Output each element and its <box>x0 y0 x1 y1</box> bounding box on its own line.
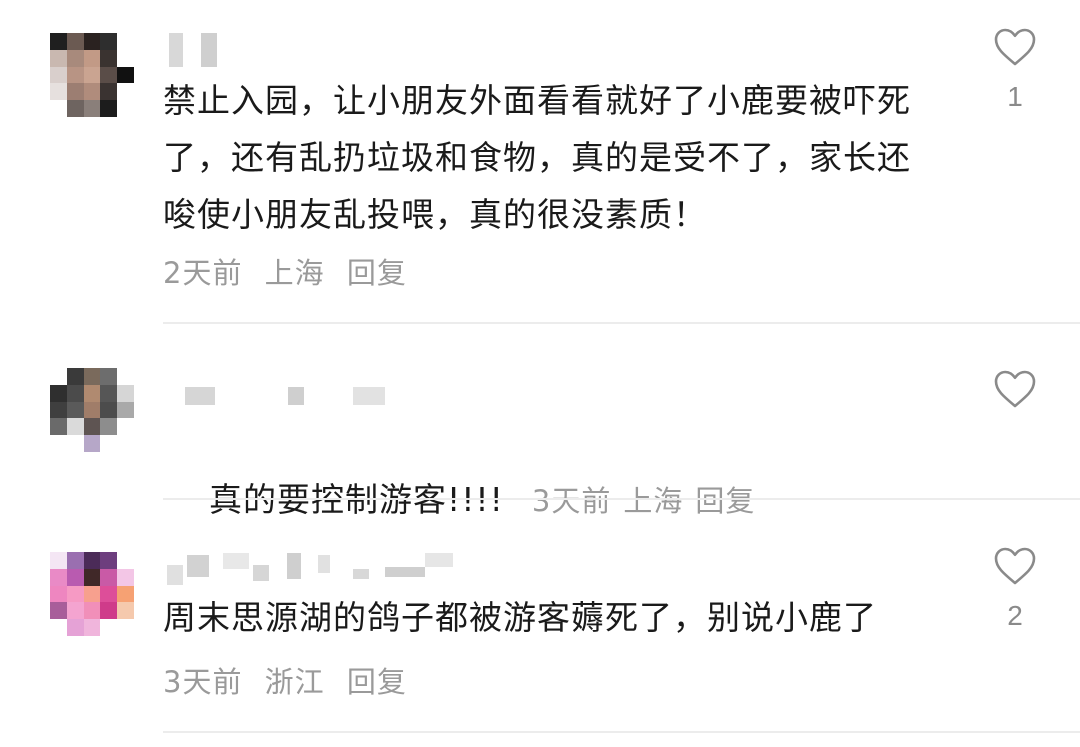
comment-item: 周末思源湖的鸽子都被游客薅死了，别说小鹿了 3天前 浙江 回复 2 <box>0 500 1080 747</box>
heart-outline-icon <box>994 370 1036 408</box>
avatar[interactable] <box>50 368 134 452</box>
like-button[interactable] <box>992 369 1038 423</box>
avatar[interactable] <box>50 33 134 117</box>
like-count: 1 <box>1007 81 1023 112</box>
comment-location: 浙江 <box>264 665 325 699</box>
comment-meta: 2天前 上海 回复 <box>163 250 419 292</box>
comment-text: 周末思源湖的鸽子都被游客薅死了，别说小鹿了 <box>163 598 877 637</box>
comment-time: 2天前 <box>163 256 243 290</box>
avatar[interactable] <box>50 552 134 636</box>
comment-item: 禁止入园，让小朋友外面看看就好了小鹿要被吓死了，还有乱扔垃圾和食物，真的是受不了… <box>0 0 1080 325</box>
username-blurred[interactable] <box>163 383 483 417</box>
like-button[interactable]: 1 <box>992 27 1038 113</box>
divider <box>163 731 1080 733</box>
comment-time: 3天前 <box>163 665 243 699</box>
heart-outline-icon <box>994 28 1036 66</box>
username-blurred[interactable] <box>163 33 483 67</box>
like-button[interactable]: 2 <box>992 546 1038 632</box>
comment-text: 禁止入园，让小朋友外面看看就好了小鹿要被吓死了，还有乱扔垃圾和食物，真的是受不了… <box>163 81 911 234</box>
like-count: 2 <box>1007 600 1023 631</box>
username-blurred[interactable] <box>163 551 483 585</box>
comment-meta: 3天前 浙江 回复 <box>163 659 419 701</box>
divider <box>163 322 1080 324</box>
reply-button[interactable]: 回复 <box>347 256 407 290</box>
comment-item: 真的要控制游客!!!! 3天前 上海 回复 <box>0 325 1080 519</box>
heart-outline-icon <box>994 547 1036 585</box>
comment-location: 上海 <box>264 256 325 290</box>
reply-button[interactable]: 回复 <box>347 665 407 699</box>
